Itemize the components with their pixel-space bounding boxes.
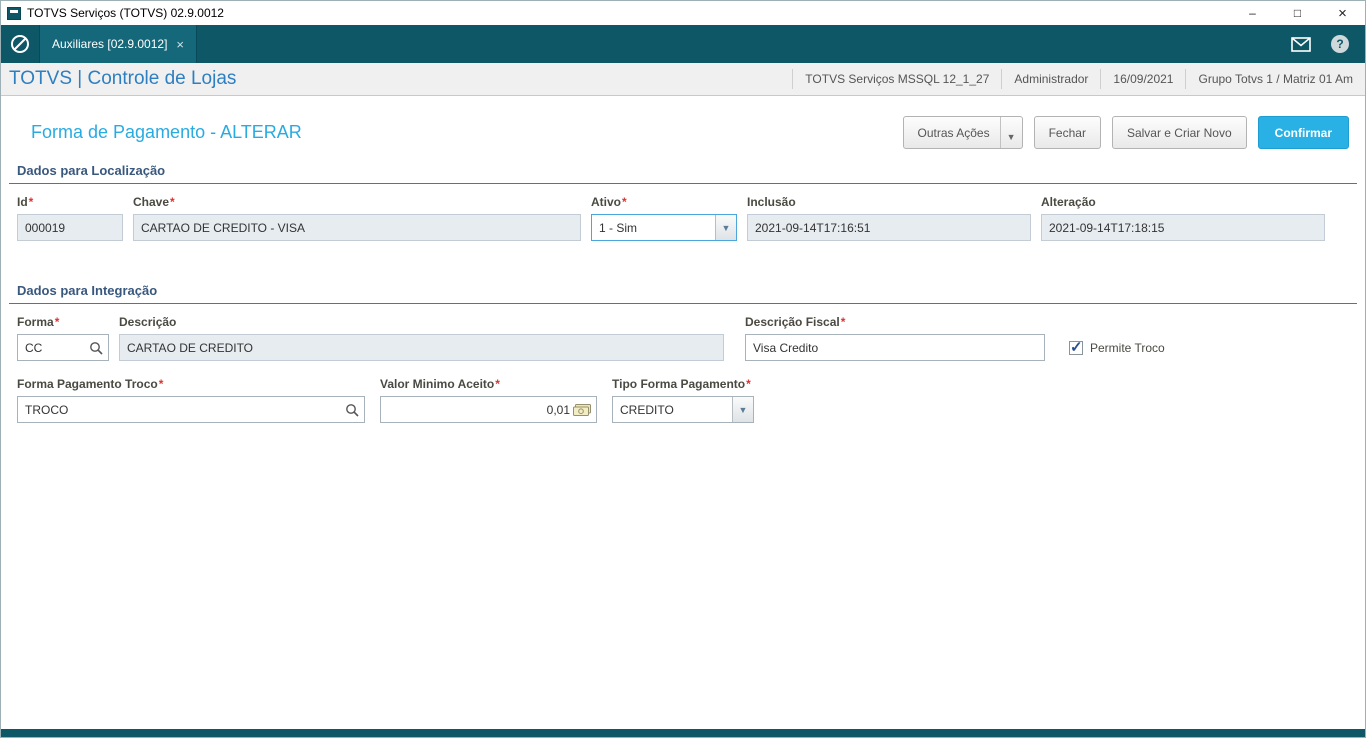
outras-acoes-button[interactable]: Outras Ações ▼ — [902, 116, 1023, 149]
page-title: Forma de Pagamento - ALTERAR — [31, 122, 302, 142]
field-inclusao: Inclusão — [747, 195, 1031, 241]
id-input[interactable] — [17, 214, 123, 241]
footer-bar — [1, 729, 1365, 737]
salvar-criar-novo-button[interactable]: Salvar e Criar Novo — [1111, 116, 1247, 149]
section-localizacao-title: Dados para Localização — [9, 163, 1357, 184]
money-icon — [573, 403, 591, 416]
search-icon[interactable] — [345, 403, 359, 417]
page-header: Forma de Pagamento - ALTERAR Outras Açõe… — [1, 96, 1365, 163]
section-integracao-title: Dados para Integração — [9, 283, 1357, 304]
brand-title: TOTVS | Controle de Lojas — [9, 68, 237, 89]
search-icon[interactable] — [89, 341, 103, 355]
help-icon[interactable]: ? — [1331, 35, 1349, 53]
titlebar: TOTVS Serviços (TOTVS) 02.9.0012 – □ × — [1, 1, 1365, 25]
ativo-select[interactable]: 1 - Sim ▼ — [591, 214, 737, 241]
chevron-down-icon[interactable]: ▼ — [732, 397, 753, 422]
group-label: Grupo Totvs 1 / Matriz 01 Am — [1185, 69, 1365, 89]
app-icon — [7, 6, 21, 20]
blocked-menu-button[interactable] — [1, 25, 39, 63]
chave-input[interactable] — [133, 214, 581, 241]
permite-troco-checkbox[interactable] — [1069, 338, 1083, 356]
valor-minimo-input[interactable] — [380, 396, 597, 423]
mail-icon[interactable] — [1291, 36, 1311, 52]
field-descricao-fiscal: Descrição Fiscal* — [745, 315, 1045, 361]
chevron-down-icon[interactable]: ▼ — [999, 117, 1022, 148]
section-localizacao: Dados para Localização Id* Chave* Ativo*… — [9, 163, 1357, 241]
inclusao-input[interactable] — [747, 214, 1031, 241]
tab-bar: Auxiliares [02.9.0012] × ? — [1, 25, 1365, 63]
confirmar-button[interactable]: Confirmar — [1257, 116, 1349, 149]
field-ativo: Ativo* 1 - Sim ▼ — [591, 195, 737, 241]
tab-auxiliares[interactable]: Auxiliares [02.9.0012] × — [39, 25, 197, 63]
action-buttons: Outras Ações ▼ Fechar Salvar e Criar Nov… — [902, 116, 1349, 149]
field-descricao: Descrição — [119, 315, 724, 361]
field-valor-minimo: Valor Minimo Aceito* — [380, 377, 597, 423]
header-meta: TOTVS Serviços MSSQL 12_1_27 Administrad… — [792, 63, 1365, 95]
app-header: TOTVS | Controle de Lojas TOTVS Serviços… — [1, 63, 1365, 96]
user-label: Administrador — [1001, 69, 1100, 89]
tipo-forma-pagamento-select[interactable]: CREDITO ▼ — [612, 396, 754, 423]
field-alteracao: Alteração — [1041, 195, 1325, 241]
field-id: Id* — [17, 195, 123, 241]
close-button[interactable]: × — [1320, 1, 1365, 25]
tab-close-icon[interactable]: × — [176, 38, 184, 51]
date-label: 16/09/2021 — [1100, 69, 1185, 89]
forma-pagamento-troco-input[interactable] — [17, 396, 365, 423]
content-area: Forma de Pagamento - ALTERAR Outras Açõe… — [1, 96, 1365, 737]
field-forma-pagamento-troco: Forma Pagamento Troco* — [17, 377, 365, 423]
app-window: TOTVS Serviços (TOTVS) 02.9.0012 – □ × A… — [0, 0, 1366, 738]
descricao-fiscal-input[interactable] — [745, 334, 1045, 361]
alteracao-input[interactable] — [1041, 214, 1325, 241]
field-forma: Forma* — [17, 315, 109, 361]
field-tipo-forma-pagamento: Tipo Forma Pagamento* CREDITO ▼ — [612, 377, 754, 423]
environment-label: TOTVS Serviços MSSQL 12_1_27 — [792, 69, 1001, 89]
field-chave: Chave* — [133, 195, 581, 241]
permite-troco-label: Permite Troco — [1090, 341, 1165, 355]
descricao-input[interactable] — [119, 334, 724, 361]
maximize-button[interactable]: □ — [1275, 1, 1320, 25]
tab-label: Auxiliares [02.9.0012] — [52, 37, 168, 51]
prohibition-icon — [11, 35, 29, 53]
minimize-button[interactable]: – — [1230, 1, 1275, 25]
window-title: TOTVS Serviços (TOTVS) 02.9.0012 — [27, 6, 224, 20]
section-integracao: Dados para Integração Forma* Descrição — [9, 283, 1357, 423]
field-permite-troco: Permite Troco — [1069, 338, 1165, 356]
fechar-button[interactable]: Fechar — [1033, 116, 1101, 149]
chevron-down-icon[interactable]: ▼ — [715, 215, 736, 240]
